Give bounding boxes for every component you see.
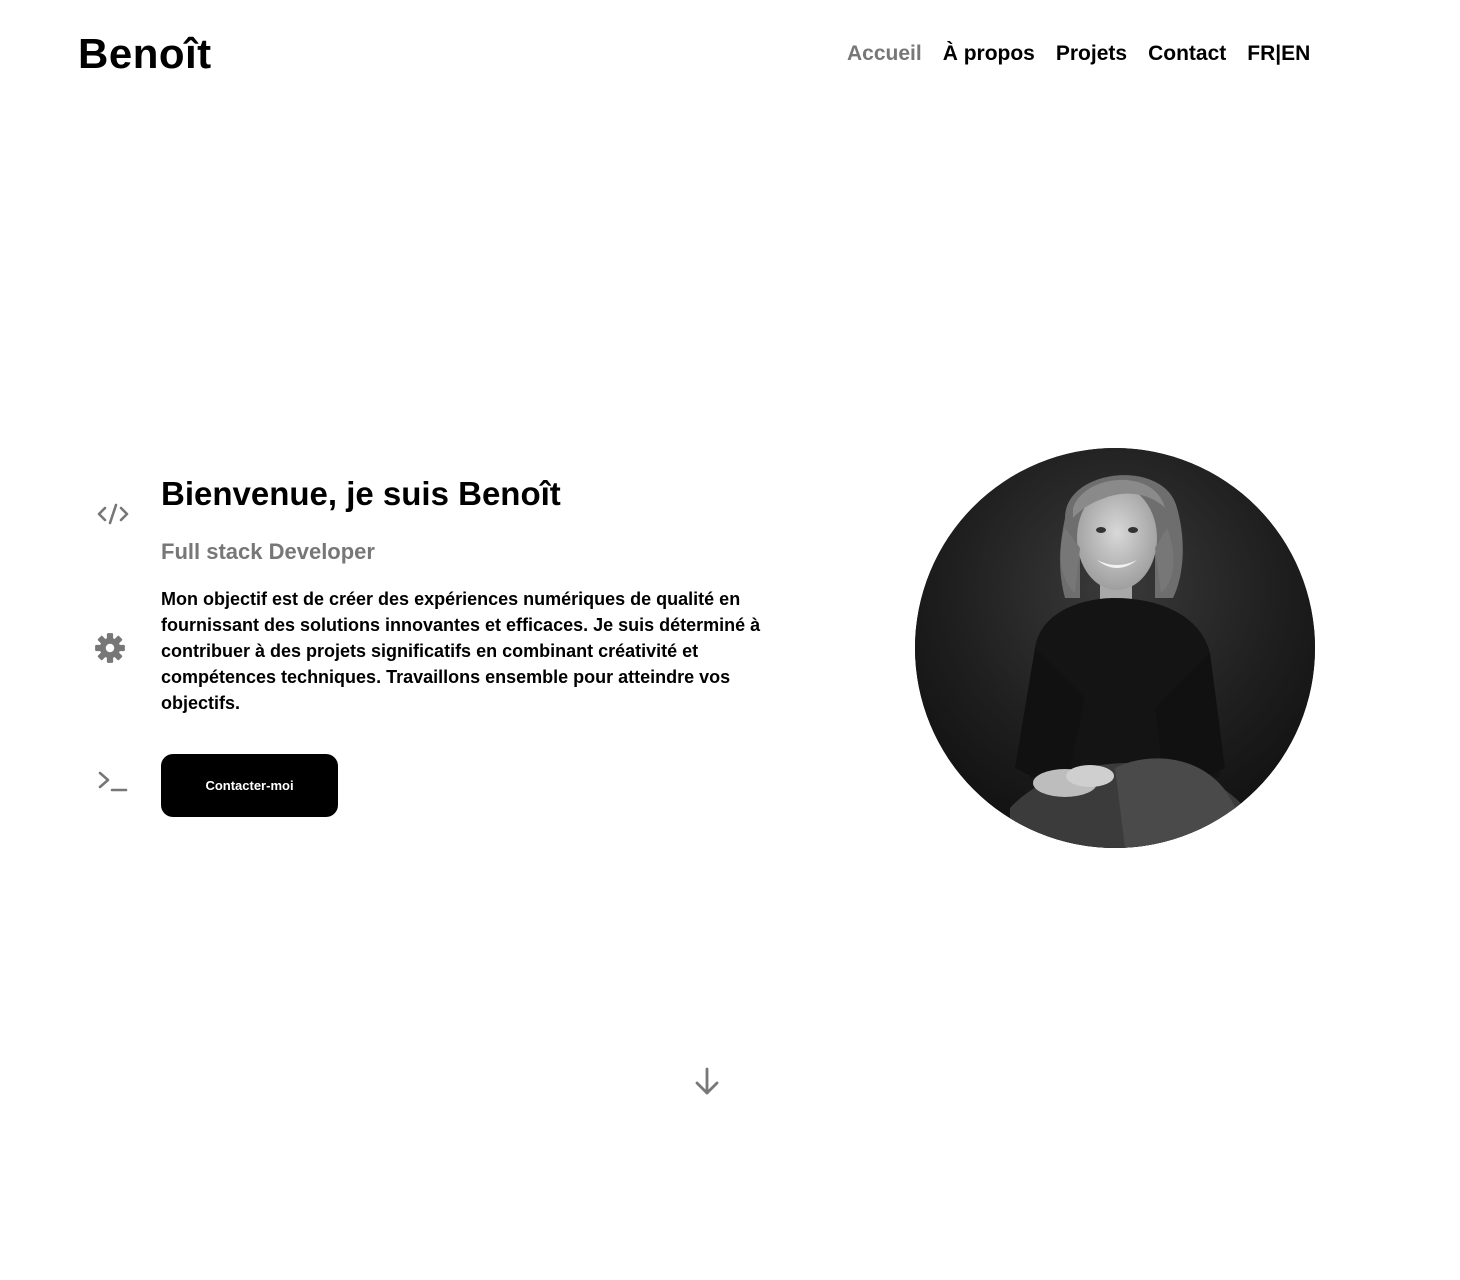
page: Benoît Accueil À propos Projets Contact …: [0, 0, 1460, 1280]
main-nav: Accueil À propos Projets Contact FR | EN: [847, 40, 1310, 68]
nav-item-a-propos[interactable]: À propos: [943, 40, 1035, 68]
lang-fr-link[interactable]: FR: [1247, 40, 1275, 68]
site-logo[interactable]: Benoît: [78, 30, 212, 78]
terminal-icon: [96, 765, 130, 799]
language-switcher: FR | EN: [1247, 40, 1310, 68]
hero-subtitle: Full stack Developer: [161, 539, 375, 564]
hero-description: Mon objectif est de créer des expérience…: [161, 589, 761, 713]
arrow-down-icon[interactable]: [690, 1064, 724, 1098]
code-icon: [96, 497, 130, 531]
hero-title: Bienvenue, je suis Benoît: [161, 475, 561, 512]
gear-icon: [93, 631, 127, 665]
nav-item-accueil[interactable]: Accueil: [847, 40, 922, 68]
profile-photo: [915, 448, 1315, 848]
contact-me-button[interactable]: Contacter-moi: [161, 754, 338, 817]
nav-item-contact[interactable]: Contact: [1148, 40, 1226, 68]
lang-en-link[interactable]: EN: [1281, 40, 1310, 68]
nav-item-projets[interactable]: Projets: [1056, 40, 1127, 68]
